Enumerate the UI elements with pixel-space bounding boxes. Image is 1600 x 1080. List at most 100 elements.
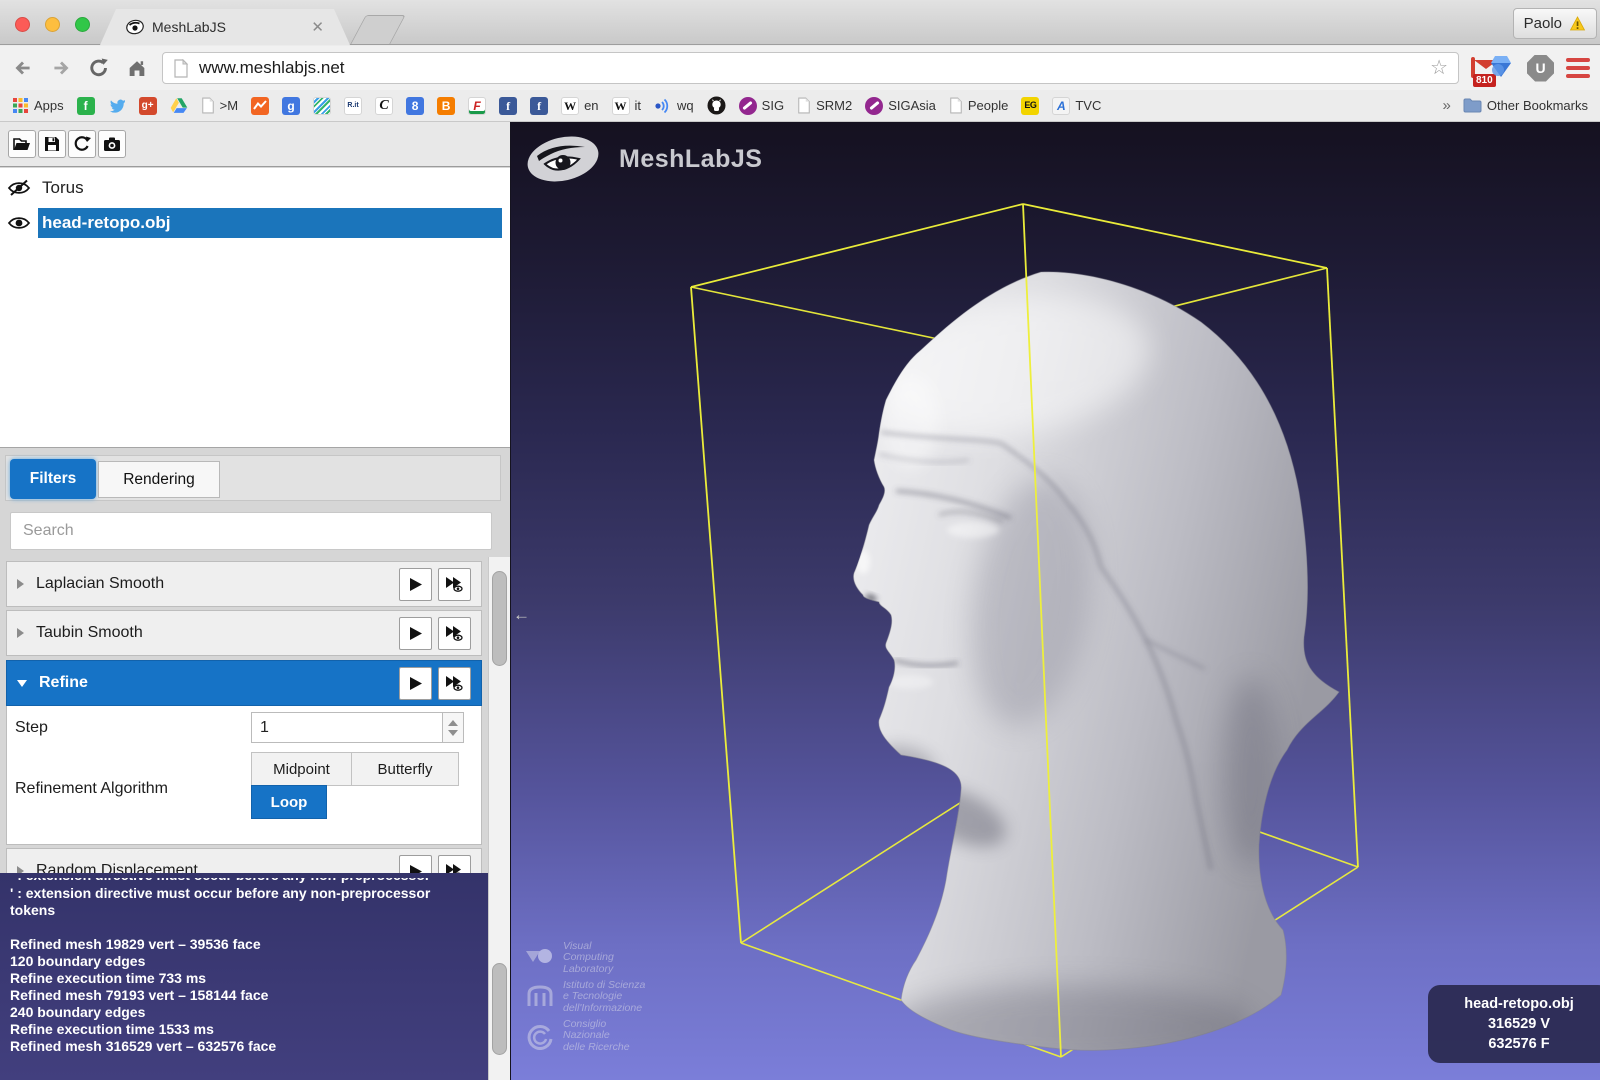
gmail-extension-icon[interactable]: 810 xyxy=(1471,57,1496,87)
butterfly-button[interactable]: Butterfly xyxy=(351,752,459,786)
scrollbar-thumb[interactable] xyxy=(492,571,507,666)
apply-preview-button[interactable] xyxy=(438,616,471,650)
audio-icon xyxy=(655,98,669,113)
new-tab-button[interactable] xyxy=(350,15,406,44)
bookmark-wikipedia-it[interactable]: W it xyxy=(611,96,641,115)
tab-meshlabjs[interactable]: MeshLabJS ✕ xyxy=(100,9,350,45)
credit-visual-computing-lab: Visual Computing Laboratory xyxy=(525,940,645,976)
bookmark-google-plus[interactable]: g+ xyxy=(138,96,157,115)
ublock-extension-icon[interactable]: U xyxy=(1527,54,1554,82)
bookmark-srm2[interactable]: SRM2 xyxy=(797,97,852,114)
twitter-icon xyxy=(109,99,125,113)
doc-icon xyxy=(798,97,810,114)
apply-filter-button[interactable] xyxy=(399,616,432,650)
doc-icon xyxy=(950,97,962,114)
tvc-icon: A xyxy=(1052,96,1071,115)
step-input[interactable] xyxy=(251,712,443,743)
bookmark-repubblica[interactable]: R.it xyxy=(344,96,363,115)
wikipedia-icon: W xyxy=(561,96,580,115)
minimize-window-button[interactable] xyxy=(45,17,60,32)
save-file-button[interactable] xyxy=(38,130,66,158)
layer-row-torus[interactable]: Torus xyxy=(0,171,510,205)
panel-scrollbar[interactable] xyxy=(488,557,510,1080)
eye-slash-icon[interactable] xyxy=(0,171,38,205)
filter-search-input[interactable] xyxy=(10,512,492,550)
bookmark-facebook-1[interactable]: f xyxy=(499,96,518,115)
reload-button[interactable] xyxy=(86,55,112,81)
back-button[interactable] xyxy=(10,55,36,81)
apps-grid-icon xyxy=(13,98,28,113)
refinement-algorithm-label: Refinement Algorithm xyxy=(15,780,168,797)
google-8-icon: 8 xyxy=(406,96,425,115)
bookmark-wq[interactable]: wq xyxy=(654,98,694,114)
bookmark-google-8[interactable]: 8 xyxy=(406,96,425,115)
bookmark-feedly[interactable]: f xyxy=(76,96,95,115)
bookmarks-overflow-chevron[interactable]: » xyxy=(1443,97,1451,114)
log-line: 120 boundary edges xyxy=(10,953,146,969)
expand-arrow-icon[interactable] xyxy=(17,579,24,589)
bookmark-twitter[interactable] xyxy=(108,98,126,114)
bookmark-analytics[interactable] xyxy=(251,96,270,115)
log-line: Refine execution time 1533 ms xyxy=(10,1021,214,1037)
bookmark-google-drive[interactable] xyxy=(170,97,188,114)
apply-preview-button[interactable] xyxy=(438,666,471,700)
filter-row-laplacian-smooth[interactable]: Laplacian Smooth xyxy=(6,561,482,607)
credits: Visual Computing Laboratory Istituto di … xyxy=(525,940,645,1054)
apply-filter-button[interactable] xyxy=(399,567,432,601)
tab-filters[interactable]: Filters xyxy=(10,459,96,499)
zoom-window-button[interactable] xyxy=(75,17,90,32)
filter-row-refine[interactable]: Refine xyxy=(6,660,482,706)
browser-menu-icon[interactable] xyxy=(1566,58,1590,78)
bookmark-sig[interactable]: SIG xyxy=(738,96,784,115)
bookmark-people[interactable]: People xyxy=(949,97,1008,114)
collapse-arrow-icon[interactable] xyxy=(17,679,27,687)
home-button[interactable] xyxy=(124,55,150,81)
bookmark-m[interactable]: >M xyxy=(201,97,238,114)
bookmark-blogger[interactable]: B xyxy=(437,96,456,115)
close-window-button[interactable] xyxy=(15,17,30,32)
bookmark-sigasia[interactable]: SIGAsia xyxy=(865,96,936,115)
bookmark-eurographics[interactable]: EG xyxy=(1021,96,1040,115)
bookmark-stripes[interactable] xyxy=(313,96,332,115)
url-text: www.meshlabjs.net xyxy=(199,58,345,77)
bookmark-star-icon[interactable]: ☆ xyxy=(1430,58,1448,78)
bookmark-google[interactable]: g xyxy=(282,96,301,115)
step-spinner[interactable] xyxy=(443,712,464,743)
eye-icon[interactable] xyxy=(0,206,38,240)
expand-arrow-icon[interactable] xyxy=(17,628,24,638)
siggraph-icon xyxy=(865,96,884,115)
bookmark-apps[interactable]: Apps xyxy=(12,97,64,114)
stripes-icon xyxy=(313,96,332,115)
layer-row-head-retopo[interactable]: head-retopo.obj xyxy=(0,206,510,240)
folder-icon xyxy=(1463,98,1482,113)
apply-filter-button[interactable] xyxy=(399,666,432,700)
viewport-canvas[interactable] xyxy=(511,122,1600,1080)
bookmark-wikipedia-en[interactable]: W en xyxy=(561,96,599,115)
tab-close-icon[interactable]: ✕ xyxy=(311,20,324,35)
tab-title: MeshLabJS xyxy=(152,19,226,35)
forward-button[interactable] xyxy=(48,55,74,81)
bookmark-trenitalia[interactable]: F xyxy=(468,96,487,115)
log-clipped-line: ' : extension directive must occur befor… xyxy=(10,878,478,885)
mesh-info-box: head-retopo.obj 316529 V 632576 F xyxy=(1428,985,1600,1063)
url-bar[interactable]: www.meshlabjs.net ☆ xyxy=(162,52,1459,84)
tab-rendering[interactable]: Rendering xyxy=(98,461,220,498)
loop-button[interactable]: Loop xyxy=(251,785,327,819)
apply-preview-button[interactable] xyxy=(438,567,471,601)
mesh-vertex-count: 316529 V xyxy=(1487,1016,1551,1032)
gem-extension-icon[interactable] xyxy=(1487,53,1515,84)
bookmark-corriere[interactable]: C xyxy=(375,96,394,115)
bookmark-github[interactable] xyxy=(707,96,726,115)
snapshot-button[interactable] xyxy=(98,130,126,158)
bookmark-facebook-2[interactable]: f xyxy=(530,96,549,115)
profile-button[interactable]: Paolo xyxy=(1512,8,1597,39)
scrollbar-thumb[interactable] xyxy=(492,963,507,1055)
open-file-button[interactable] xyxy=(8,130,36,158)
midpoint-button[interactable]: Midpoint xyxy=(251,752,352,786)
bookmark-other-bookmarks[interactable]: Other Bookmarks xyxy=(1463,98,1588,113)
filter-row-taubin-smooth[interactable]: Taubin Smooth xyxy=(6,610,482,656)
collapse-panel-arrow[interactable]: ← xyxy=(513,606,530,623)
reload-mesh-button[interactable] xyxy=(68,130,96,158)
blogger-icon: B xyxy=(437,96,456,115)
bookmark-tvc[interactable]: A TVC xyxy=(1052,96,1101,115)
